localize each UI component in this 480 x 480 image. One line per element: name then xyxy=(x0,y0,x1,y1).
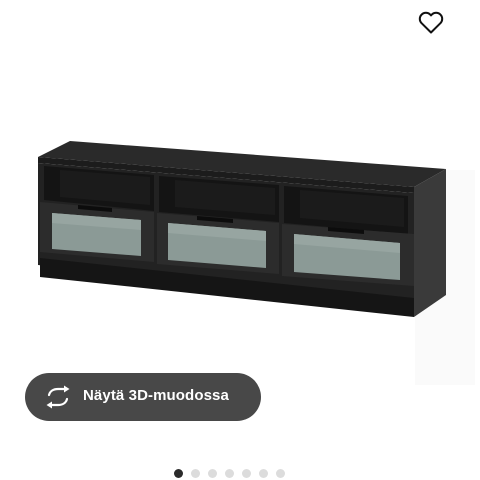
carousel-dot-6[interactable] xyxy=(259,468,268,478)
product-image xyxy=(38,141,475,385)
carousel-dot-2[interactable] xyxy=(191,468,200,478)
view-3d-button[interactable]: Näytä 3D-muodossa xyxy=(25,373,261,421)
carousel-dot-1[interactable] xyxy=(174,468,183,478)
carousel-pagination xyxy=(174,467,285,479)
rotate-arrows-icon xyxy=(46,385,70,409)
carousel-dot-7[interactable] xyxy=(276,468,285,478)
heart-outline-icon xyxy=(418,11,444,34)
favorite-button[interactable] xyxy=(414,6,448,40)
carousel-dot-3[interactable] xyxy=(208,468,217,478)
product-gallery: Näytä 3D-muodossa xyxy=(0,0,480,480)
view-3d-label: Näytä 3D-muodossa xyxy=(83,387,229,404)
carousel-dot-5[interactable] xyxy=(242,468,251,478)
carousel-dot-4[interactable] xyxy=(225,468,234,478)
